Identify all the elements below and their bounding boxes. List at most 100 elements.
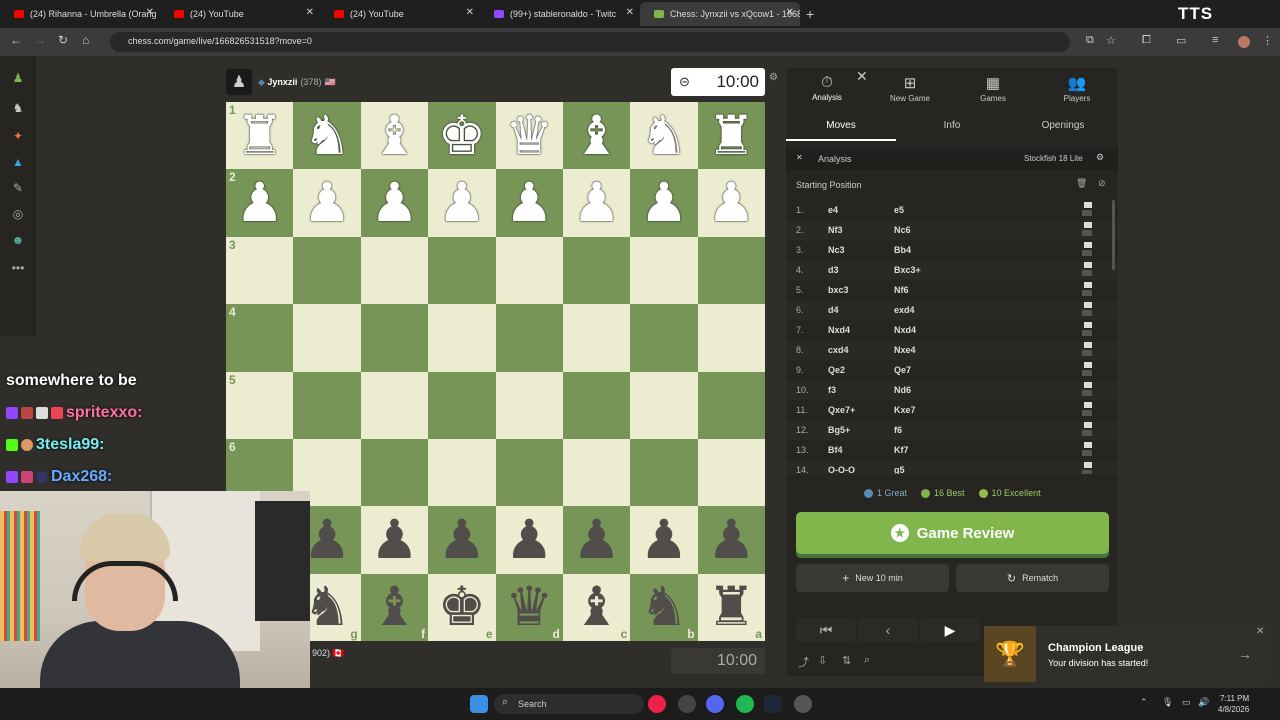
board-square[interactable]: [495, 371, 563, 439]
black-queen-piece[interactable]: ♛: [505, 580, 553, 634]
taskbar-clock[interactable]: 7:11 PM 4/8/2026: [1218, 693, 1249, 715]
windows-start-icon[interactable]: [470, 695, 488, 713]
white-move[interactable]: e4: [828, 205, 838, 215]
back-icon[interactable]: ←: [10, 33, 22, 47]
play-button[interactable]: ▶: [920, 618, 980, 642]
black-bishop-piece[interactable]: ♝: [370, 580, 418, 634]
move-list-scrollbar[interactable]: [1112, 200, 1115, 270]
white-bishop-piece[interactable]: ♝: [370, 109, 418, 163]
white-queen-piece[interactable]: ♛: [505, 109, 553, 163]
gear-icon[interactable]: ⚙: [1096, 152, 1104, 163]
profile-avatar[interactable]: [1238, 36, 1250, 48]
zoom-icon[interactable]: ⌕: [864, 654, 870, 667]
white-move[interactable]: Nc3: [828, 245, 845, 255]
block-icon[interactable]: ⊘: [1098, 178, 1106, 189]
menu-lines-icon[interactable]: ≡: [1212, 34, 1218, 46]
board-square[interactable]: ♟: [360, 506, 429, 574]
white-rook-piece[interactable]: ♜: [707, 109, 755, 163]
black-knight-piece[interactable]: ♞: [303, 580, 351, 634]
tab-openings[interactable]: Openings: [1008, 120, 1118, 131]
close-icon[interactable]: ✕: [786, 7, 794, 18]
white-move[interactable]: Bg5+: [828, 425, 850, 435]
tab-players[interactable]: 👥 Players: [1042, 74, 1112, 103]
board-square[interactable]: c ♝: [562, 573, 631, 641]
board-square[interactable]: ♝: [360, 102, 429, 170]
taskbar-search[interactable]: Search: [494, 694, 644, 714]
board-square[interactable]: [428, 304, 496, 372]
board-square[interactable]: 2 ♟: [226, 169, 294, 237]
white-pawn-piece[interactable]: ♟: [505, 176, 553, 230]
black-move[interactable]: Bxc3+: [894, 265, 921, 275]
board-square[interactable]: ♞: [293, 102, 361, 170]
volume-icon[interactable]: 🔊: [1198, 697, 1209, 708]
board-square[interactable]: ♟: [495, 506, 563, 574]
black-pawn-piece[interactable]: ♟: [640, 513, 688, 567]
close-icon[interactable]: ✕: [146, 7, 154, 18]
board-square[interactable]: ♟: [630, 506, 698, 574]
first-move-button[interactable]: ⏮: [796, 618, 856, 642]
board-square[interactable]: [495, 304, 563, 372]
browser-tab[interactable]: (24) YouTube ✕: [160, 2, 320, 26]
spotify-icon[interactable]: [736, 695, 754, 713]
avatar[interactable]: ♟: [226, 69, 252, 95]
black-move[interactable]: Nc6: [894, 225, 911, 235]
bookmark-star-icon[interactable]: ☆: [1106, 34, 1116, 47]
black-rook-piece[interactable]: ♜: [707, 580, 755, 634]
board-square[interactable]: ♟: [562, 169, 631, 237]
board-square[interactable]: [293, 236, 361, 305]
white-pawn-piece[interactable]: ♟: [235, 176, 283, 230]
board-square[interactable]: [360, 236, 429, 305]
board-square[interactable]: 3: [226, 236, 294, 305]
tab-new-game[interactable]: ⊞ New Game: [875, 74, 945, 103]
game-review-button[interactable]: ★ Game Review: [796, 512, 1109, 554]
reload-icon[interactable]: ↻: [58, 33, 68, 47]
settings-icon[interactable]: [794, 695, 812, 713]
black-knight-piece[interactable]: ♞: [640, 580, 688, 634]
network-icon[interactable]: ▭: [1182, 697, 1191, 708]
board-square[interactable]: [428, 371, 496, 439]
board-square[interactable]: ♟: [697, 506, 765, 574]
black-move[interactable]: Nf6: [894, 285, 909, 295]
board-square[interactable]: [697, 371, 765, 439]
browser-tab[interactable]: (24) Rihanna - Umbrella (Orang ✕: [0, 2, 160, 26]
white-move[interactable]: d4: [828, 305, 839, 315]
board-square[interactable]: [562, 438, 631, 507]
download-icon[interactable]: ⇩: [818, 654, 827, 667]
black-pawn-piece[interactable]: ♟: [572, 513, 620, 567]
board-square[interactable]: ♚: [428, 102, 496, 170]
tab-info[interactable]: Info: [897, 120, 1007, 131]
black-move[interactable]: Nxd4: [894, 325, 916, 335]
white-pawn-piece[interactable]: ♟: [438, 176, 486, 230]
board-square[interactable]: ♜: [697, 102, 765, 170]
install-icon[interactable]: ⧉: [1086, 34, 1094, 47]
tab-moves[interactable]: Moves: [786, 120, 896, 141]
board-square[interactable]: 5: [226, 371, 294, 439]
white-move[interactable]: bxc3: [828, 285, 849, 295]
close-icon[interactable]: ✕: [1256, 626, 1264, 637]
flip-icon[interactable]: ⇅: [842, 654, 851, 667]
browser-tab-active[interactable]: Chess: Jynxzii vs xQcow1 - 1668 ✕: [640, 2, 800, 26]
prev-move-button[interactable]: ‹: [858, 618, 918, 642]
board-square[interactable]: [293, 304, 361, 372]
white-knight-piece[interactable]: ♞: [303, 109, 351, 163]
board-square[interactable]: 1 ♜: [226, 102, 294, 170]
black-move[interactable]: f6: [894, 425, 902, 435]
black-pawn-piece[interactable]: ♟: [303, 513, 351, 567]
sidebar-icon[interactable]: ▭: [1176, 34, 1186, 47]
white-move[interactable]: Qxe7+: [828, 405, 855, 415]
new-tab-button[interactable]: +: [806, 6, 814, 22]
tab-analysis[interactable]: ⏱ Analysis: [792, 74, 862, 102]
white-move[interactable]: Bf4: [828, 445, 843, 455]
board-square[interactable]: f ♝: [360, 573, 429, 641]
white-move[interactable]: Nf3: [828, 225, 843, 235]
board-square[interactable]: [630, 236, 698, 305]
black-pawn-piece[interactable]: ♟: [370, 513, 418, 567]
more-icon[interactable]: ⋮: [1262, 34, 1273, 47]
app-icon[interactable]: [678, 695, 696, 713]
browser-tab[interactable]: (24) YouTube ✕: [320, 2, 480, 26]
board-square[interactable]: ♟: [562, 506, 631, 574]
white-pawn-piece[interactable]: ♟: [370, 176, 418, 230]
board-square[interactable]: ♛: [495, 102, 563, 170]
board-square[interactable]: 4: [226, 304, 294, 372]
board-square[interactable]: [428, 438, 496, 507]
